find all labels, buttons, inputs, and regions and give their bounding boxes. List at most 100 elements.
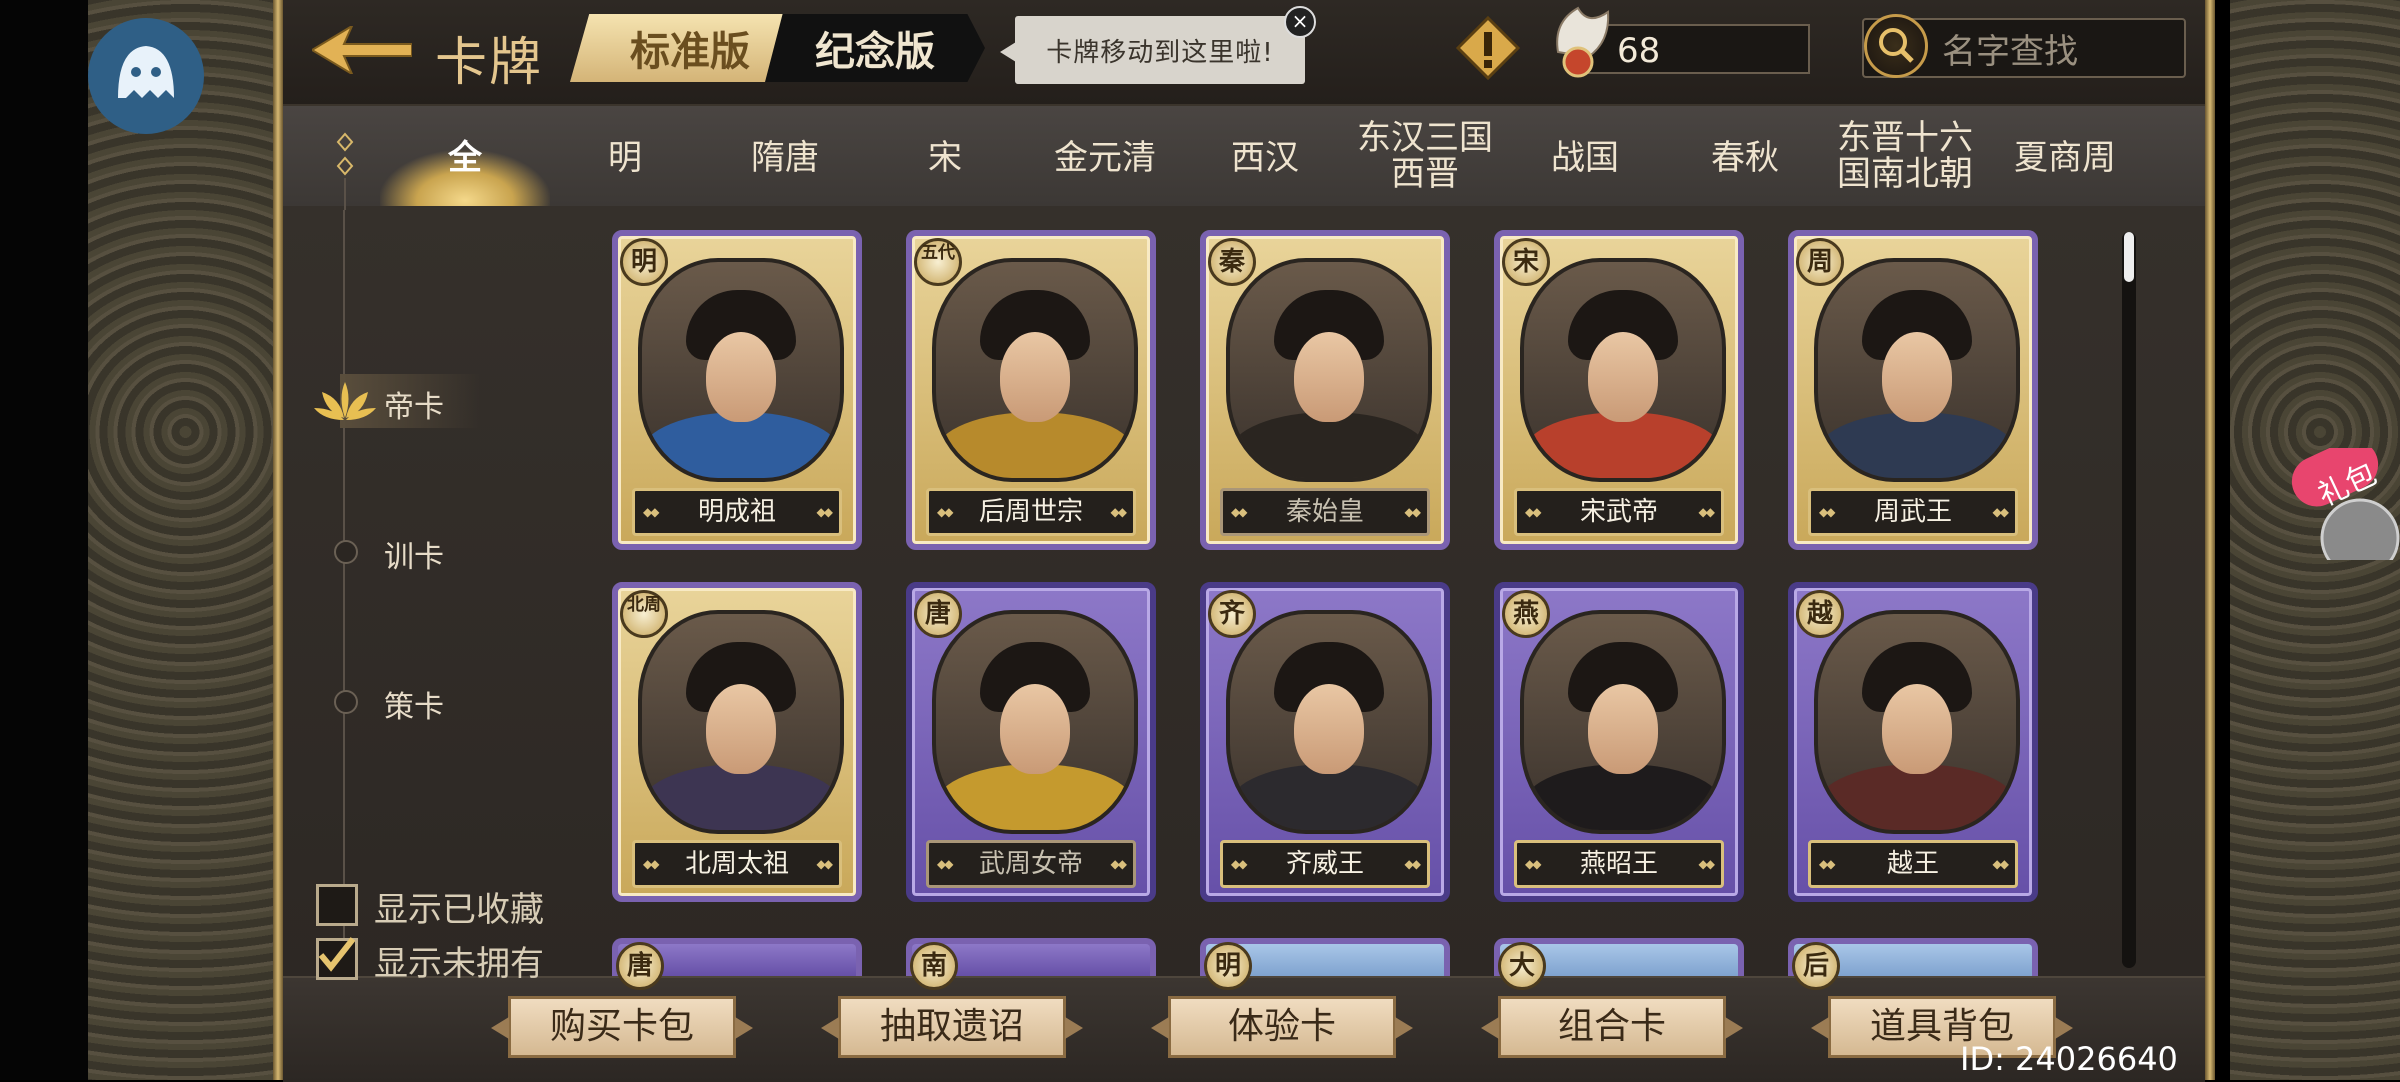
- back-arrow-icon[interactable]: [312, 26, 412, 74]
- warning-icon[interactable]: [1456, 16, 1520, 80]
- tooltip-close-icon[interactable]: ×: [1284, 6, 1316, 38]
- hero-card[interactable]: 北周北周太祖: [612, 582, 862, 902]
- dynasty-badge: 齐: [1208, 590, 1256, 638]
- hero-name: 周武王: [1808, 488, 2018, 536]
- hero-name: 燕昭王: [1514, 840, 1724, 888]
- dynasty-badge: 越: [1796, 590, 1844, 638]
- hero-card-partial[interactable]: 明: [1200, 938, 1450, 990]
- sidebar-item-emperor[interactable]: 帝卡: [384, 382, 444, 426]
- hero-name: 齐威王: [1220, 840, 1430, 888]
- category-tab-label: 西汉: [1231, 138, 1299, 178]
- category-tab[interactable]: 金元清: [1030, 140, 1180, 176]
- category-tab[interactable]: 战国: [1510, 140, 1660, 176]
- category-tab[interactable]: 春秋: [1670, 140, 1820, 176]
- dynasty-badge: 五代: [914, 238, 962, 286]
- hero-portrait: [932, 258, 1138, 482]
- hero-name: 宋武帝: [1514, 488, 1724, 536]
- search-icon[interactable]: [1864, 14, 1928, 78]
- category-tab-label: 宋: [928, 138, 962, 178]
- dynasty-badge: 南: [910, 942, 958, 990]
- hero-card-partial[interactable]: 唐: [612, 938, 862, 990]
- hero-card[interactable]: 秦秦始皇: [1200, 230, 1450, 550]
- hero-portrait: [1226, 610, 1432, 834]
- hero-portrait: [1814, 610, 2020, 834]
- dynasty-badge: 秦: [1208, 238, 1256, 286]
- hero-name: 明成祖: [632, 488, 842, 536]
- hero-portrait: [1226, 258, 1432, 482]
- category-tab[interactable]: 隋唐: [710, 140, 860, 176]
- hero-name: 后周世宗: [926, 488, 1136, 536]
- sidebar-dot: [334, 690, 358, 714]
- dynasty-badge: 唐: [616, 942, 664, 990]
- category-tab-label: 全: [448, 138, 482, 178]
- category-tab-label: 西晋: [1391, 154, 1459, 194]
- category-tab-label: 东晋十六: [1837, 118, 1973, 158]
- player-avatar[interactable]: [88, 18, 204, 134]
- hero-portrait: [1520, 610, 1726, 834]
- hero-card[interactable]: 齐齐威王: [1200, 582, 1450, 902]
- show-unowned-checkbox[interactable]: [316, 937, 358, 980]
- category-tab[interactable]: 明: [550, 140, 700, 176]
- category-tab[interactable]: 东汉三国 西晋: [1350, 120, 1500, 192]
- left-decor-panel: [88, 0, 283, 1080]
- hero-name: 武周女帝: [926, 840, 1136, 888]
- hero-portrait: [1520, 258, 1726, 482]
- hero-card-partial[interactable]: 南: [906, 938, 1156, 990]
- trial-card-button[interactable]: 体验卡: [1168, 996, 1396, 1058]
- hero-portrait: [638, 258, 844, 482]
- gift-pack-button[interactable]: 礼包: [2290, 439, 2400, 578]
- hero-card[interactable]: 明明成祖: [612, 230, 862, 550]
- dynasty-badge: 周: [1796, 238, 1844, 286]
- dynasty-badge: 后: [1792, 942, 1840, 990]
- dynasty-badge: 明: [620, 238, 668, 286]
- hero-name: 北周太祖: [632, 840, 842, 888]
- sidebar-item-strategy[interactable]: 策卡: [384, 682, 444, 726]
- dynasty-badge: 唐: [914, 590, 962, 638]
- show-unowned-label: 显示未拥有: [374, 944, 544, 984]
- buy-card-pack-button[interactable]: 购买卡包: [508, 996, 736, 1058]
- hero-card[interactable]: 越越王: [1788, 582, 2038, 902]
- category-tab[interactable]: 夏商周: [1990, 140, 2140, 176]
- tooltip-message: 卡牌移动到这里啦!: [1015, 16, 1305, 84]
- category-tab-label: 国南北朝: [1837, 154, 1973, 194]
- scrollbar-thumb[interactable]: [2124, 232, 2134, 282]
- hero-card[interactable]: 五代后周世宗: [906, 230, 1156, 550]
- draw-edict-button[interactable]: 抽取遗诏: [838, 996, 1066, 1058]
- tab-commemorative[interactable]: 纪念版: [765, 14, 985, 82]
- category-tab-label: 春秋: [1711, 138, 1779, 178]
- search-placeholder: 名字查找: [1942, 32, 2078, 72]
- hero-card[interactable]: 唐武周女帝: [906, 582, 1156, 902]
- show-collected-label: 显示已收藏: [374, 890, 544, 930]
- dynasty-badge: 宋: [1502, 238, 1550, 286]
- combo-card-button[interactable]: 组合卡: [1498, 996, 1726, 1058]
- category-tab[interactable]: 全: [390, 140, 540, 176]
- category-tab-label: 隋唐: [751, 138, 819, 178]
- show-collected-checkbox[interactable]: [316, 884, 358, 926]
- category-tab-label: 东汉三国: [1357, 118, 1493, 158]
- lotus-icon: [314, 382, 376, 420]
- checkmark-icon: [318, 937, 356, 972]
- category-tab-label: 明: [608, 138, 642, 178]
- hero-portrait: [638, 610, 844, 834]
- category-tab[interactable]: 西汉: [1190, 140, 1340, 176]
- ghost-icon: [118, 46, 174, 98]
- hero-card[interactable]: 宋宋武帝: [1494, 230, 1744, 550]
- hero-name: 秦始皇: [1220, 488, 1430, 536]
- feather-crest-icon: [1556, 6, 1610, 78]
- page-title: 卡牌: [435, 33, 544, 93]
- left-frame: [273, 0, 283, 1080]
- hero-card[interactable]: 周周武王: [1788, 230, 2038, 550]
- sidebar-line: [343, 210, 345, 970]
- hero-portrait: [1814, 258, 2020, 482]
- user-id: ID: 24026640: [1960, 1040, 2178, 1078]
- category-tab[interactable]: 宋: [870, 140, 1020, 176]
- hero-card-partial[interactable]: 大: [1494, 938, 1744, 990]
- category-tab-label: 战国: [1551, 138, 1619, 178]
- dynasty-badge: 燕: [1502, 590, 1550, 638]
- tooltip-tail: [1000, 42, 1016, 62]
- hero-card[interactable]: 燕燕昭王: [1494, 582, 1744, 902]
- category-tab[interactable]: 东晋十六 国南北朝: [1830, 120, 1980, 192]
- hero-card-partial[interactable]: 后: [1788, 938, 2038, 990]
- scrollbar-track[interactable]: [2122, 232, 2136, 968]
- sidebar-item-train[interactable]: 训卡: [384, 532, 444, 576]
